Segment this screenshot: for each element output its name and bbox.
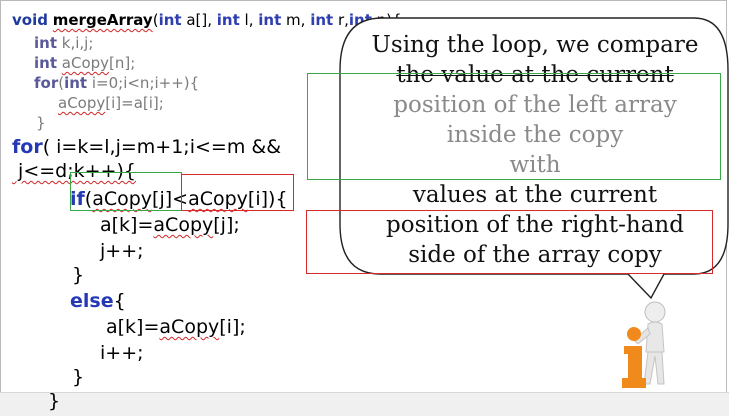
- info-stem: [622, 346, 646, 388]
- figure-head: [644, 301, 666, 323]
- figure-body: [645, 321, 665, 353]
- info-dot: [627, 327, 641, 341]
- callout-green-box: [307, 73, 721, 180]
- callout-line-6: values at the current: [412, 182, 658, 208]
- info-figure-icon: [622, 301, 666, 388]
- figure-legs: [643, 351, 665, 385]
- callout-line-1: Using the loop, we compare: [371, 32, 699, 58]
- callout-red-box: [306, 210, 713, 274]
